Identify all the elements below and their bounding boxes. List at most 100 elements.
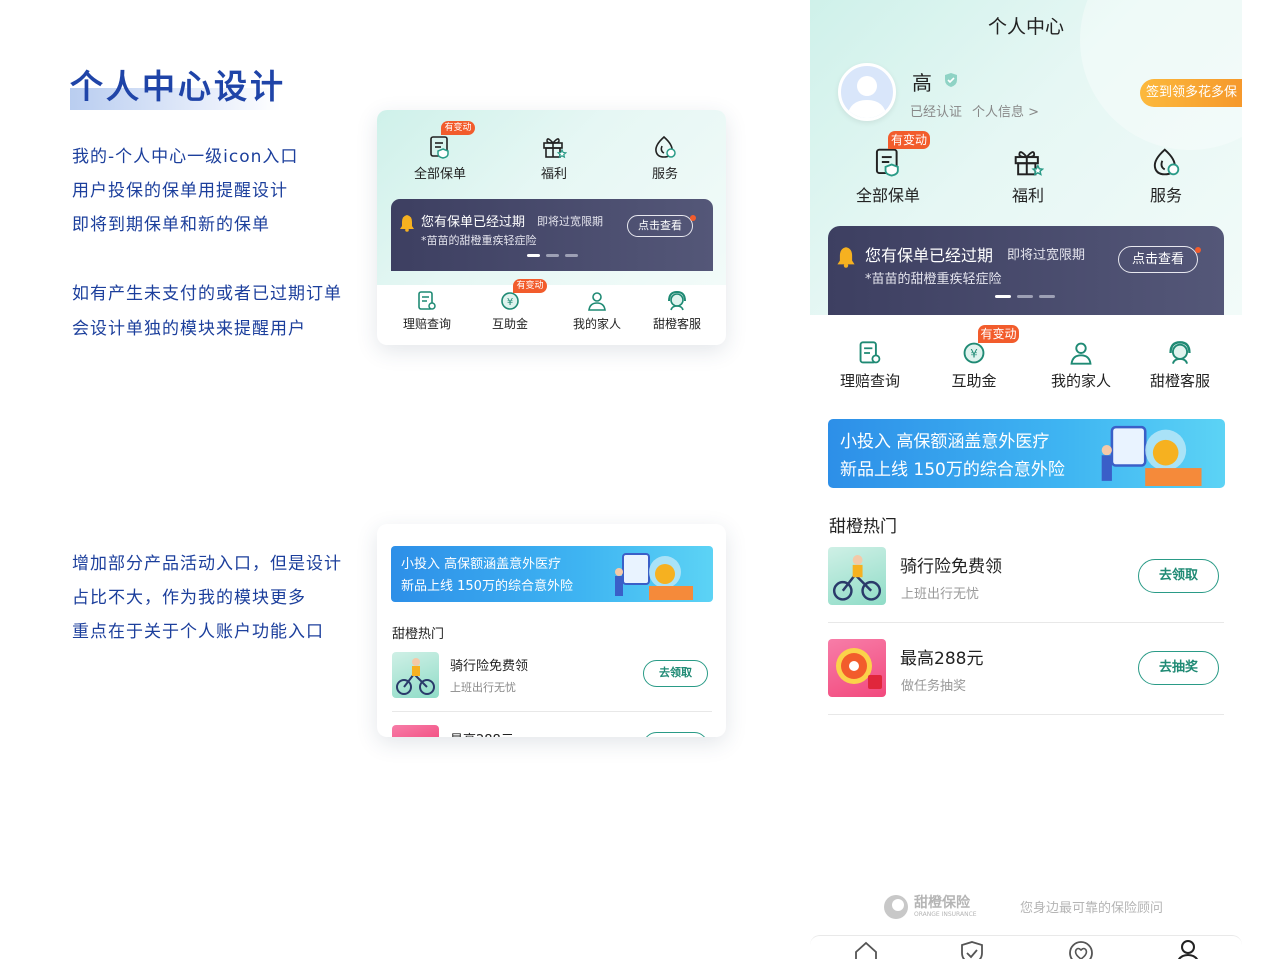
entry-label: 互助金 (491, 317, 528, 331)
divider (828, 622, 1224, 623)
view-button[interactable]: 点击查看 (627, 215, 693, 237)
gift-icon (1014, 151, 1044, 176)
support-icon (668, 290, 686, 311)
hot-item-subtitle: 上班出行无忧 (450, 681, 516, 694)
avatar[interactable] (838, 63, 896, 121)
note-line: 增加部分产品活动入口，但是设计 (72, 554, 342, 574)
entry-claim[interactable]: 理赔查询 (392, 290, 462, 332)
alert-title: 您有保单已经过期 (865, 246, 994, 265)
gift-icon (543, 138, 567, 159)
expired-policy-alert[interactable]: 您有保单已经过期 即将过宽限期 *苗苗的甜橙重疾轻症险 点击查看 (828, 226, 1224, 315)
personal-info-link[interactable]: 个人信息 > (972, 101, 1039, 120)
verified-shield-icon (945, 73, 957, 87)
entry-label: 服务 (1149, 186, 1182, 205)
entry-family[interactable]: 我的家人 (559, 290, 635, 332)
insurance-tab-icon[interactable] (959, 940, 985, 959)
claim-free-button[interactable]: 去领取 (643, 660, 708, 687)
entry-label: 福利 (1011, 186, 1044, 205)
entry-label: 全部保单 (855, 186, 920, 205)
entry-all-policies[interactable]: 全部保单 (850, 146, 926, 206)
entry-label: 甜橙客服 (1149, 372, 1210, 390)
entry-welfare[interactable]: 福利 (990, 146, 1066, 206)
svg-text:¥: ¥ (507, 297, 513, 308)
change-badge: 有变动 (888, 131, 930, 149)
note-line: 用户投保的保单用提醒设计 (72, 181, 288, 201)
expired-policy-alert[interactable]: 您有保单已经过期 即将过宽限期 *苗苗的甜橙重疾轻症险 点击查看 (391, 199, 713, 271)
note-line: 占比不大，作为我的模块更多 (72, 588, 306, 608)
change-badge: 有变动 (441, 121, 475, 135)
service-icon (1153, 148, 1180, 176)
promo-banner[interactable]: 小投入 高保额涵盖意外医疗 新品上线 150万的综合意外险 (828, 419, 1225, 488)
support-icon (1169, 341, 1191, 364)
profile-tab-icon[interactable] (1175, 938, 1201, 959)
page-title: 个人中心 (987, 16, 1064, 38)
entry-family[interactable]: 我的家人 (1036, 340, 1126, 391)
sign-in-badge[interactable]: 签到领多花多保 (1140, 79, 1242, 107)
entry-welfare[interactable]: 福利 (521, 134, 587, 182)
heart-tab-icon[interactable] (1068, 940, 1094, 959)
claim-icon (859, 341, 881, 364)
entry-all-policies[interactable]: 全部保单 (407, 134, 473, 182)
home-tab-icon[interactable] (853, 940, 879, 959)
hot-section-title: 甜橙热门 (829, 517, 897, 537)
brand-name-en: ORANGE INSURANCE (914, 911, 977, 918)
alert-title: 您有保单已经过期 (421, 215, 526, 230)
entry-mutual-fund[interactable]: ¥ 互助金 (934, 340, 1014, 391)
phone-screen: 个人中心 高 已经认证 个人信息 > 签到领多花多保 全部保单 有变动 福利 服… (810, 0, 1242, 959)
divider (828, 714, 1224, 715)
promo-line1: 小投入 高保额涵盖意外医疗 (401, 557, 562, 572)
entry-label: 我的家人 (1050, 372, 1111, 390)
promo-banner[interactable]: 小投入 高保额涵盖意外医疗 新品上线 150万的综合意外险 (391, 546, 713, 602)
promo-illustration (615, 553, 693, 600)
entry-label: 理赔查询 (402, 317, 451, 331)
claim-icon (418, 291, 436, 310)
lottery-thumbnail (392, 725, 439, 737)
icon-card-preview: 全部保单 有变动 福利 服务 您有保单已经过期 即将过宽限期 *苗苗的甜橙重疾轻… (377, 110, 726, 345)
bell-icon (837, 247, 855, 268)
note-line: 重点在于关于个人账户功能入口 (72, 622, 324, 642)
note-line: 如有产生未支付的或者已过期订单 (72, 284, 342, 304)
entry-support[interactable]: 甜橙客服 (1135, 340, 1225, 391)
lottery-button[interactable]: 去抽奖 (1138, 651, 1219, 685)
promo-card-preview: 小投入 高保额涵盖意外医疗 新品上线 150万的综合意外险 甜橙热门 骑行险免费… (377, 524, 726, 737)
bike-thumbnail (392, 652, 439, 698)
promo-line1: 小投入 高保额涵盖意外医疗 (840, 432, 1050, 452)
note-line: 即将到期保单和新的保单 (72, 215, 270, 235)
view-button[interactable]: 点击查看 (1118, 246, 1198, 273)
entry-label: 理赔查询 (839, 372, 900, 390)
entry-label: 福利 (540, 167, 567, 182)
alert-subtitle: 即将过宽限期 (537, 215, 603, 228)
fund-icon: ¥ (501, 292, 519, 310)
brand-name: 甜橙保险 (914, 895, 970, 911)
promo-line2: 新品上线 150万的综合意外险 (401, 579, 573, 594)
alert-subtitle: 即将过宽限期 (1007, 248, 1086, 263)
tab-bar (810, 935, 1242, 959)
claim-free-button[interactable]: 去领取 (1138, 559, 1219, 593)
hot-item-subtitle: 做任务抽奖 (901, 679, 967, 694)
promo-illustration (1101, 425, 1202, 486)
carousel-dots (995, 295, 1055, 298)
notify-dot (1195, 247, 1201, 253)
entry-mutual-fund[interactable]: ¥ 互助金 (475, 290, 545, 332)
brand-logo-icon (884, 895, 908, 919)
user-name: 高 (912, 71, 932, 95)
bike-thumbnail (828, 547, 886, 605)
hot-item-title: 最高288元 (900, 649, 984, 669)
entry-support[interactable]: 甜橙客服 (641, 290, 713, 332)
policy-icon (875, 148, 899, 177)
carousel-dots (527, 254, 578, 257)
brand-slogan: 您身边最可靠的保险顾问 (1020, 901, 1164, 916)
hot-section-title: 甜橙热门 (392, 627, 445, 642)
hot-item-title: 骑行险免费领 (450, 659, 529, 674)
svg-text:¥: ¥ (970, 347, 978, 361)
notify-dot (690, 215, 696, 221)
hot-item-title: 骑行险免费领 (900, 557, 1002, 577)
lottery-button-cut[interactable] (643, 732, 708, 737)
entry-service[interactable]: 服务 (1128, 146, 1204, 206)
lottery-thumbnail (828, 639, 886, 697)
bell-icon (400, 215, 414, 232)
entry-label: 全部保单 (413, 167, 466, 182)
entry-claim[interactable]: 理赔查询 (830, 340, 910, 391)
entry-service[interactable]: 服务 (632, 134, 698, 182)
verified-text: 已经认证 (910, 105, 963, 120)
